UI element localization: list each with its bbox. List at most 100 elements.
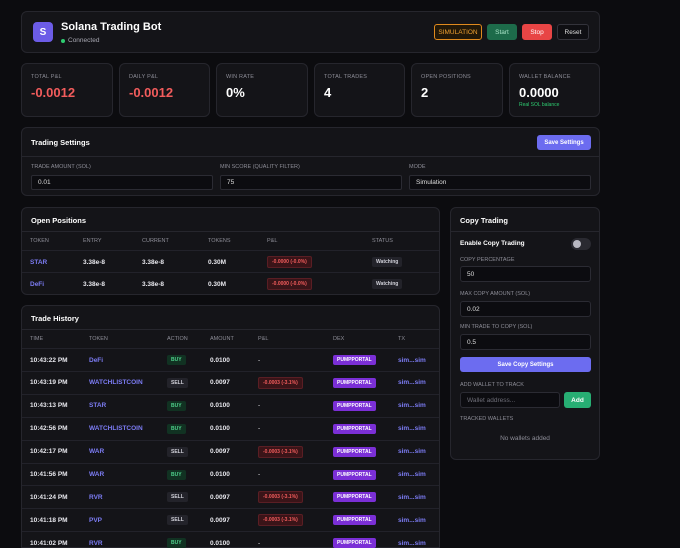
table-row[interactable]: 10:43:19 PM WATCHLISTCOIN SELL 0.0097 -0.000… — [22, 370, 439, 394]
token-link[interactable]: DeFi — [89, 349, 103, 371]
tx-link[interactable]: sim...sim — [398, 418, 426, 440]
tx-link[interactable]: sim...sim — [398, 532, 426, 548]
token-link[interactable]: WAR — [89, 441, 104, 463]
dex-badge-cell: PUMPPORTAL — [333, 418, 376, 440]
min-trade-input[interactable]: 0.5 — [460, 334, 591, 350]
action-badge: SELL — [167, 492, 188, 503]
open-positions-panel: Open Positions TOKEN ENTRY CURRENT TOKEN… — [21, 207, 440, 295]
table-row[interactable]: 10:41:02 PM RVR BUY 0.0100 - PUMPPORTAL sim...… — [22, 531, 439, 548]
connected-dot-icon — [61, 38, 65, 43]
connection-status: Connected — [61, 37, 99, 44]
save-settings-button[interactable]: Save Settings — [537, 135, 591, 150]
table-row[interactable]: 10:41:18 PM PVP SELL 0.0097 -0.0003 (-3.1%) P… — [22, 508, 439, 530]
dex-badge-cell: PUMPPORTAL — [333, 349, 376, 371]
pnl-value: - — [258, 356, 261, 364]
action-badge: BUY — [167, 400, 186, 411]
stat-label: TOTAL TRADES — [324, 74, 368, 80]
token-link[interactable]: PVP — [89, 509, 102, 531]
enable-copy-toggle[interactable] — [571, 238, 591, 250]
trade-amount: 0.0100 — [210, 402, 230, 410]
action-badge: SELL — [167, 515, 188, 526]
trade-time: 10:43:22 PM — [30, 356, 68, 364]
table-row[interactable]: 10:41:24 PM RVR SELL 0.0097 -0.0003 (-3.1%) P… — [22, 485, 439, 507]
table-row[interactable]: 10:43:22 PM DeFi BUY 0.0100 - PUMPPORTAL sim..… — [22, 348, 439, 370]
entry-price: 3.38e-8 — [83, 280, 106, 288]
pnl-badge: -0.0000 (-0.0%) — [267, 256, 312, 268]
field-label: MIN SCORE (QUALITY FILTER) — [220, 164, 300, 170]
action-badge-cell: BUY — [167, 349, 186, 371]
field-label: TRACKED WALLETS — [460, 416, 514, 422]
action-badge: BUY — [167, 538, 186, 548]
pnl-value-cell: -0.0003 (-3.1%) — [258, 372, 303, 394]
start-button[interactable]: Start — [487, 24, 517, 40]
status-badge: Watching — [372, 257, 403, 267]
token-link[interactable]: RVR — [89, 532, 103, 548]
token-link[interactable]: WATCHLISTCOIN — [89, 418, 143, 440]
tx-link[interactable]: sim...sim — [398, 395, 426, 417]
trade-amount: 0.0100 — [210, 471, 230, 478]
stop-button[interactable]: Stop — [522, 24, 552, 40]
token-link[interactable]: WAR — [89, 464, 104, 486]
action-badge: BUY — [167, 423, 186, 434]
token-link[interactable]: STAR — [89, 395, 106, 417]
table-row[interactable]: 10:42:17 PM WAR SELL 0.0097 -0.0003 (-3.1%) P… — [22, 439, 439, 463]
field-label: ADD WALLET TO TRACK — [460, 382, 524, 388]
pnl-value-cell: -0.0003 (-3.1%) — [258, 486, 303, 508]
min-score-input[interactable]: 75 — [220, 175, 402, 190]
tx-link[interactable]: sim...sim — [398, 486, 426, 508]
column-header: TIME — [30, 336, 44, 342]
toggle-knob — [573, 240, 581, 248]
enable-copy-label: Enable Copy Trading — [460, 240, 525, 247]
reset-button[interactable]: Reset — [557, 24, 589, 40]
stat-value: 0.0000 — [519, 85, 559, 100]
dex-badge: PUMPPORTAL — [333, 469, 376, 480]
simulation-button[interactable]: SIMULATION — [434, 24, 482, 40]
section-title: Trade History — [31, 314, 79, 323]
copy-percentage-input[interactable]: 50 — [460, 266, 591, 282]
action-badge-cell: BUY — [167, 532, 186, 548]
table-row[interactable]: 10:41:56 PM WAR BUY 0.0100 - PUMPPORTAL sim...… — [22, 462, 439, 486]
pnl-value: - — [258, 539, 261, 547]
stat-card-wallet-balance: WALLET BALANCE 0.0000 Real SOL balance — [509, 63, 600, 117]
table-row[interactable]: DeFi 3.38e-8 3.38e-8 0.30M -0.0000 (-0.0… — [22, 272, 439, 294]
stat-value: 0% — [226, 85, 245, 100]
column-header: TOKEN — [30, 238, 49, 244]
trade-amount: 0.0097 — [210, 448, 230, 456]
mode-select[interactable]: Simulation — [409, 175, 591, 190]
column-header: STATUS — [372, 238, 393, 244]
trade-amount-input[interactable]: 0.01 — [31, 175, 213, 190]
tx-link[interactable]: sim...sim — [398, 464, 426, 486]
table-row[interactable]: 10:43:13 PM STAR BUY 0.0100 - PUMPPORTAL sim..… — [22, 393, 439, 417]
tx-link[interactable]: sim...sim — [398, 441, 426, 463]
wallet-address-input[interactable]: Wallet address... — [460, 392, 560, 408]
token-link[interactable]: STAR — [30, 251, 47, 273]
table-row[interactable]: STAR 3.38e-8 3.38e-8 0.30M -0.0000 (-0.0… — [22, 250, 439, 272]
app-logo-icon: S — [33, 22, 53, 42]
action-badge-cell: SELL — [167, 509, 188, 531]
trade-time: 10:42:56 PM — [30, 425, 68, 433]
action-badge: BUY — [167, 355, 186, 365]
tx-link[interactable]: sim...sim — [398, 509, 426, 531]
table-row[interactable]: 10:42:56 PM WATCHLISTCOIN BUY 0.0100 - PUMPPO… — [22, 416, 439, 440]
trade-time: 10:41:24 PM — [30, 493, 68, 501]
column-header: TOKEN — [89, 336, 108, 342]
tx-link[interactable]: sim...sim — [398, 349, 426, 371]
add-wallet-button[interactable]: Add — [564, 392, 591, 408]
token-count: 0.30M — [208, 258, 227, 266]
tx-link[interactable]: sim...sim — [398, 372, 426, 394]
dex-badge: PUMPPORTAL — [333, 538, 376, 548]
column-header: TOKENS — [208, 238, 231, 244]
stat-card-win-rate: WIN RATE 0% — [216, 63, 308, 117]
action-badge: SELL — [167, 377, 188, 388]
trade-amount: 0.0097 — [210, 516, 230, 524]
max-copy-amount-input[interactable]: 0.02 — [460, 301, 591, 317]
token-link[interactable]: WATCHLISTCOIN — [89, 372, 143, 394]
token-link[interactable]: DeFi — [30, 273, 44, 295]
dex-badge-cell: PUMPPORTAL — [333, 395, 376, 417]
stat-label: TOTAL P&L — [31, 74, 62, 80]
action-badge: BUY — [167, 469, 186, 480]
save-copy-settings-button[interactable]: Save Copy Settings — [460, 357, 591, 372]
column-header: ENTRY — [83, 238, 102, 244]
token-link[interactable]: RVR — [89, 486, 103, 508]
section-title: Copy Trading — [460, 216, 508, 225]
